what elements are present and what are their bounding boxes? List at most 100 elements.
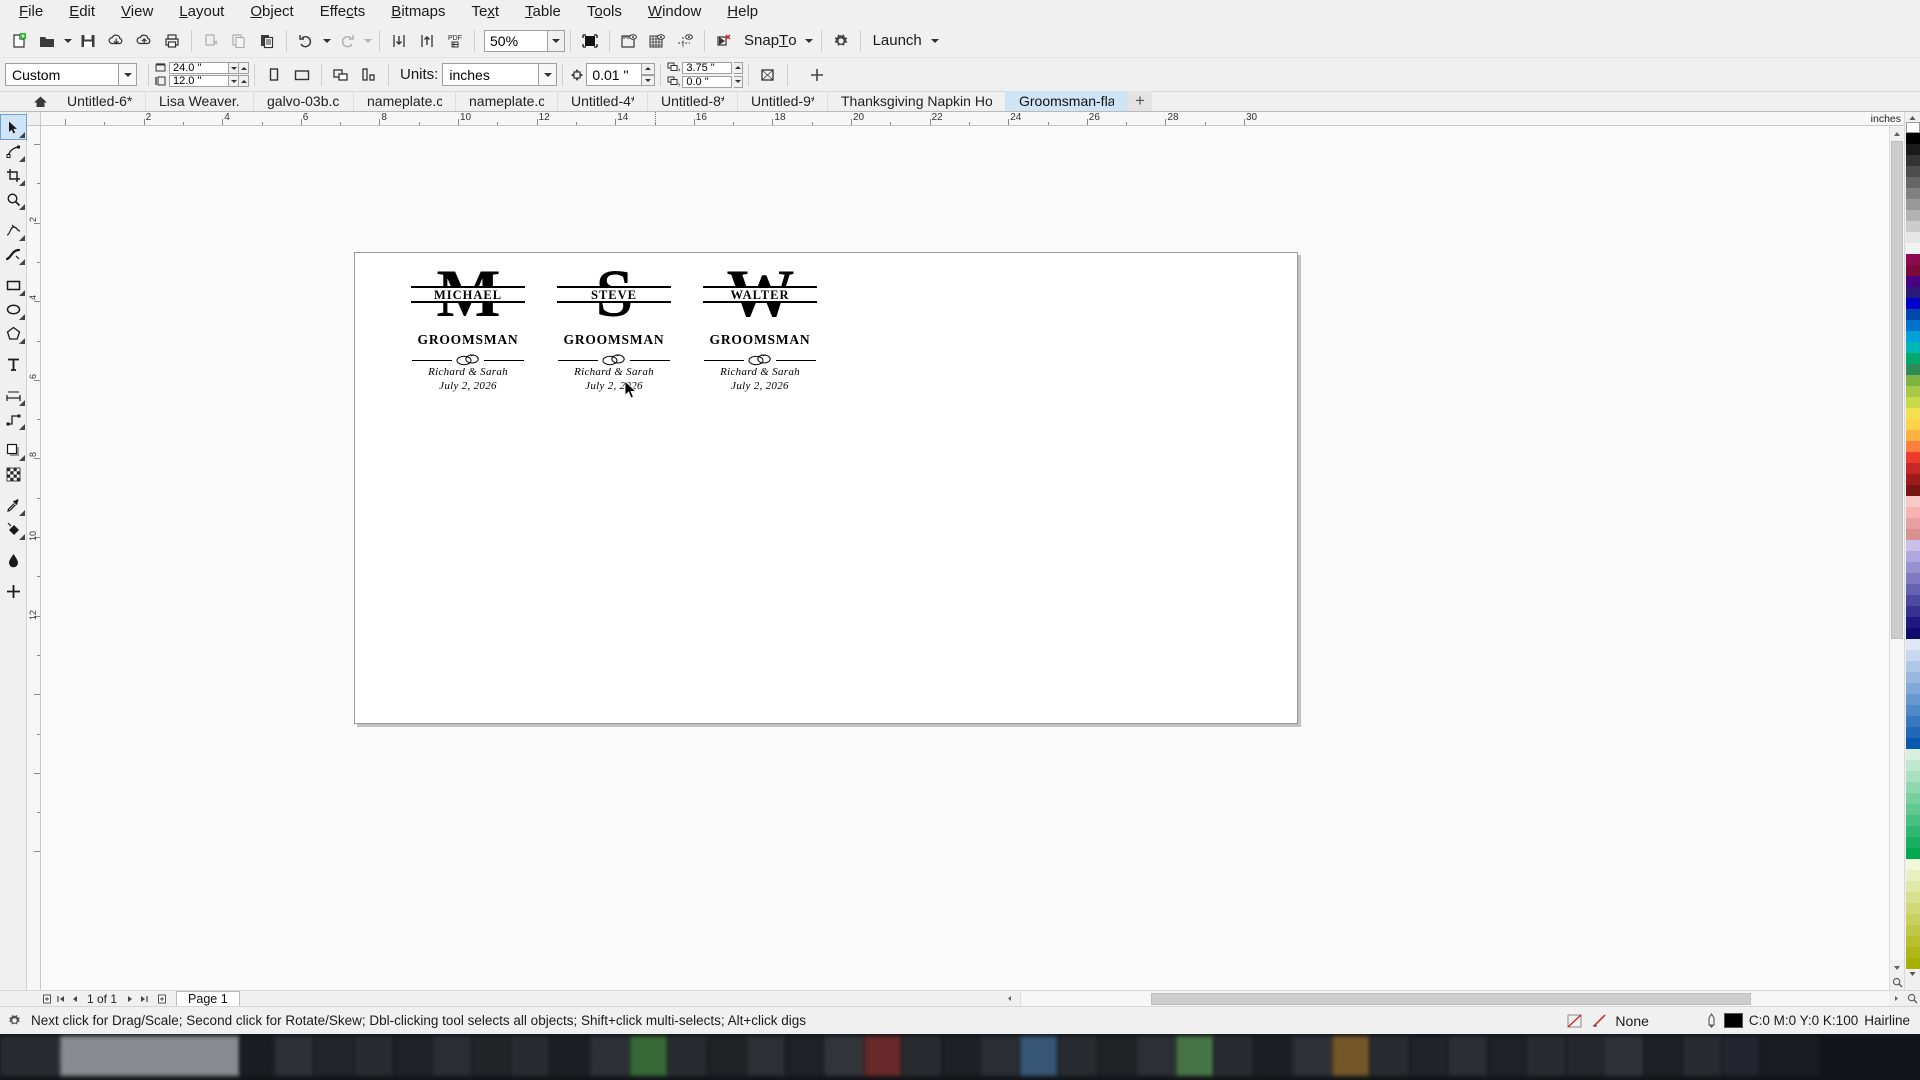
- menu-text[interactable]: Text: [459, 1, 513, 23]
- zoom-level-input[interactable]: [484, 30, 547, 52]
- copy-icon[interactable]: [225, 27, 253, 55]
- color-swatch[interactable]: [1906, 155, 1920, 166]
- zoom-fit-bottom-icon[interactable]: [1904, 992, 1920, 1006]
- document-tab-0[interactable]: Untitled-6*: [54, 91, 146, 111]
- document-tab-2[interactable]: galvo-03b.cdr*: [254, 91, 354, 111]
- cut-icon[interactable]: [197, 27, 225, 55]
- menu-object[interactable]: Object: [237, 1, 306, 23]
- page-preset-combo[interactable]: [5, 63, 137, 86]
- taskbar-item[interactable]: [354, 1036, 394, 1076]
- taskbar-item[interactable]: [472, 1036, 510, 1076]
- menu-bitmaps[interactable]: Bitmaps: [378, 1, 458, 23]
- color-swatch[interactable]: [1906, 144, 1920, 155]
- full-screen-preview-icon[interactable]: [576, 27, 604, 55]
- taskbar-item[interactable]: [1448, 1036, 1488, 1076]
- document-tab-4[interactable]: nameplate.cdr*: [456, 91, 558, 111]
- taskbar-item[interactable]: [630, 1036, 668, 1076]
- vertical-scrollbar[interactable]: [1889, 126, 1904, 990]
- color-swatch[interactable]: [1906, 837, 1920, 848]
- freehand-tool[interactable]: [1, 218, 26, 242]
- taskbar-item[interactable]: [1254, 1036, 1292, 1076]
- color-swatch[interactable]: [1906, 881, 1920, 892]
- taskbar-item[interactable]: [1370, 1036, 1410, 1076]
- undo-icon[interactable]: [292, 27, 320, 55]
- taskbar-item[interactable]: [550, 1036, 590, 1076]
- color-swatch[interactable]: [1906, 892, 1920, 903]
- menu-layout[interactable]: Layout: [166, 1, 237, 23]
- taskbar-item[interactable]: [1526, 1036, 1566, 1076]
- drop-shadow-tool[interactable]: [1, 438, 26, 462]
- menu-table[interactable]: Table: [512, 1, 574, 23]
- color-swatch[interactable]: [1906, 551, 1920, 562]
- groomsman-design-1[interactable]: SSTEVEGROOMSMANRichard & SarahJuly 2, 20…: [558, 262, 670, 392]
- taskbar-item[interactable]: [1488, 1036, 1526, 1076]
- color-swatch[interactable]: [1906, 848, 1920, 859]
- taskbar-item[interactable]: [786, 1036, 824, 1076]
- document-tab-3[interactable]: nameplate.cdr*: [354, 91, 456, 111]
- page-height-spinner[interactable]: [169, 75, 249, 87]
- duplicate-y-down-icon[interactable]: [734, 76, 743, 88]
- page-preset-chevron-icon[interactable]: [118, 63, 137, 86]
- color-swatch[interactable]: [1906, 309, 1920, 320]
- page-preset-input[interactable]: [5, 63, 118, 86]
- color-swatch[interactable]: [1906, 595, 1920, 606]
- taskbar-item[interactable]: [746, 1036, 786, 1076]
- taskbar-item[interactable]: [1292, 1036, 1332, 1076]
- units-input[interactable]: [442, 63, 538, 86]
- import-cloud-icon[interactable]: [102, 27, 130, 55]
- color-swatch[interactable]: [1906, 771, 1920, 782]
- color-swatch[interactable]: [1906, 738, 1920, 749]
- pen-icon[interactable]: [1705, 1013, 1718, 1029]
- document-tab-9[interactable]: Groomsman-flask-gi..*: [1006, 91, 1128, 111]
- polygon-tool[interactable]: [1, 321, 26, 345]
- new-document-icon[interactable]: [5, 27, 33, 55]
- nudge-distance-spinner[interactable]: [586, 63, 655, 86]
- snap-to-icon[interactable]: [710, 27, 738, 55]
- color-swatch[interactable]: [1906, 133, 1920, 144]
- taskbar-item[interactable]: [942, 1036, 980, 1076]
- redo-history-chevron-icon[interactable]: [361, 27, 374, 55]
- taskbar-item[interactable]: [314, 1036, 354, 1076]
- add-page-before-icon[interactable]: [40, 992, 53, 1005]
- taskbar-item[interactable]: [1604, 1036, 1644, 1076]
- shape-tool[interactable]: [1, 139, 26, 163]
- color-swatch[interactable]: [1906, 639, 1920, 650]
- color-swatch[interactable]: [1906, 859, 1920, 870]
- page-height-up-icon[interactable]: [239, 75, 249, 87]
- color-swatch[interactable]: [1906, 474, 1920, 485]
- parallel-dimension-tool[interactable]: [1, 383, 26, 407]
- taskbar-item[interactable]: [590, 1036, 630, 1076]
- color-swatch[interactable]: [1906, 430, 1920, 441]
- snap-to-label[interactable]: Snap To: [738, 27, 803, 55]
- orientation-portrait-icon[interactable]: [260, 61, 288, 89]
- color-swatch[interactable]: [1906, 672, 1920, 683]
- menu-view[interactable]: View: [108, 1, 166, 23]
- color-swatch[interactable]: [1906, 716, 1920, 727]
- color-swatch[interactable]: [1906, 386, 1920, 397]
- menu-file[interactable]: File: [6, 1, 56, 23]
- nudge-distance-input[interactable]: [586, 63, 641, 86]
- vscroll-track[interactable]: [1890, 141, 1904, 960]
- color-swatch[interactable]: [1906, 276, 1920, 287]
- color-swatch[interactable]: [1906, 727, 1920, 738]
- color-swatch[interactable]: [1906, 188, 1920, 199]
- windows-taskbar[interactable]: [0, 1034, 1920, 1080]
- apply-all-pages-icon[interactable]: [327, 61, 355, 89]
- taskbar-item[interactable]: [1020, 1036, 1058, 1076]
- menu-effects[interactable]: Effects: [307, 1, 379, 23]
- taskbar-item[interactable]: [1644, 1036, 1682, 1076]
- hscroll-thumb[interactable]: [1151, 993, 1751, 1005]
- taskbar-item[interactable]: [510, 1036, 550, 1076]
- menu-tools[interactable]: Tools: [574, 1, 635, 23]
- save-document-icon[interactable]: [74, 27, 102, 55]
- color-swatch[interactable]: [1906, 628, 1920, 639]
- color-swatch[interactable]: [1906, 914, 1920, 925]
- color-swatch[interactable]: [1906, 331, 1920, 342]
- menu-edit[interactable]: Edit: [56, 1, 108, 23]
- apply-current-page-icon[interactable]: [355, 61, 383, 89]
- color-swatch[interactable]: [1906, 419, 1920, 430]
- taskbar-item[interactable]: [668, 1036, 708, 1076]
- color-swatch[interactable]: [1906, 298, 1920, 309]
- taskbar-item[interactable]: [1760, 1036, 1820, 1076]
- menu-window[interactable]: Window: [635, 1, 714, 23]
